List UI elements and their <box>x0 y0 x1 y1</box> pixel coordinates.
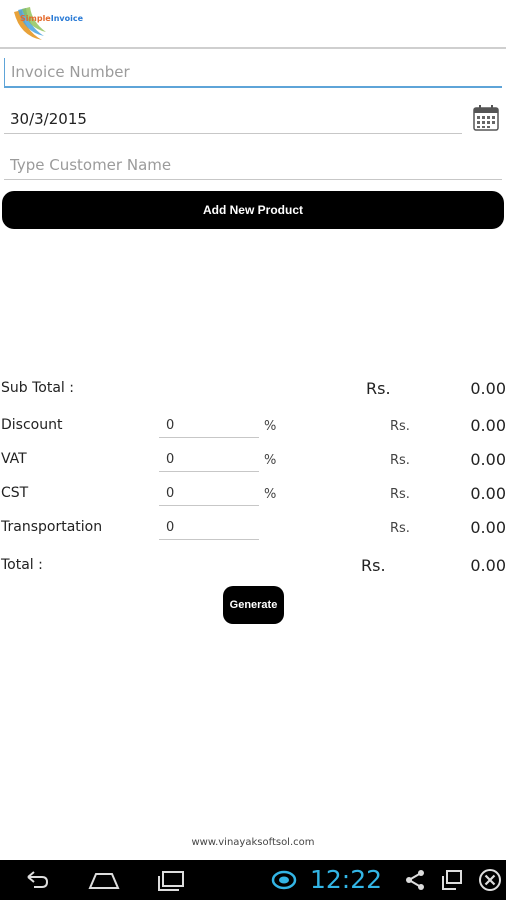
discount-row: Discount % Rs. 0.00 <box>0 413 506 439</box>
home-icon[interactable] <box>88 868 120 892</box>
cst-amount: 0.00 <box>470 484 506 503</box>
transportation-field[interactable] <box>159 515 259 540</box>
system-navigation-bar: 12:22 <box>0 860 506 900</box>
cst-field[interactable] <box>159 481 259 506</box>
logo-word-invoice: Invoice <box>50 14 84 23</box>
discount-input[interactable] <box>159 413 259 437</box>
back-icon[interactable] <box>22 868 50 892</box>
logo-text: SimpleInvoice <box>20 14 83 23</box>
recent-apps-icon[interactable] <box>155 868 187 892</box>
subtotal-row: Sub Total : Rs. 0.00 <box>0 376 506 402</box>
add-new-product-button[interactable]: Add New Product <box>2 191 504 229</box>
share-icon[interactable] <box>404 868 426 892</box>
total-currency: Rs. <box>361 556 386 575</box>
customer-name-input[interactable] <box>4 150 506 179</box>
invoice-number-field[interactable] <box>4 58 506 88</box>
transportation-input[interactable] <box>159 515 259 539</box>
cst-label: CST <box>1 485 29 501</box>
customer-name-field[interactable] <box>4 150 506 180</box>
transportation-currency: Rs. <box>390 521 410 536</box>
transportation-label: Transportation <box>1 519 103 535</box>
generate-button[interactable]: Generate <box>223 586 284 624</box>
cst-row: CST % Rs. 0.00 <box>0 481 506 507</box>
window-icon[interactable] <box>440 868 464 892</box>
total-row: Total : Rs. 0.00 <box>0 553 506 579</box>
vat-field[interactable] <box>159 447 259 472</box>
vat-currency: Rs. <box>390 453 410 468</box>
discount-percent-unit: % <box>264 419 277 434</box>
transportation-amount: 0.00 <box>470 518 506 537</box>
calendar-icon[interactable] <box>472 104 500 132</box>
close-icon[interactable] <box>477 868 503 892</box>
cst-percent-unit: % <box>264 487 277 502</box>
date-input[interactable] <box>4 104 474 133</box>
logo-word-simple: Simple <box>20 14 51 23</box>
subtotal-label: Sub Total : <box>1 380 74 396</box>
cst-input[interactable] <box>159 481 259 505</box>
vat-input[interactable] <box>159 447 259 471</box>
date-field[interactable] <box>4 104 474 134</box>
subtotal-amount: 0.00 <box>470 379 506 398</box>
discount-amount: 0.00 <box>470 416 506 435</box>
vat-percent-unit: % <box>264 453 277 468</box>
status-clock: 12:22 <box>310 865 383 894</box>
discount-label: Discount <box>1 417 63 433</box>
vat-label: VAT <box>1 451 27 467</box>
invoice-number-input[interactable] <box>4 58 506 86</box>
total-label: Total : <box>1 557 43 573</box>
cst-currency: Rs. <box>390 487 410 502</box>
discount-field[interactable] <box>159 413 259 438</box>
discount-currency: Rs. <box>390 419 410 434</box>
transportation-row: Transportation Rs. 0.00 <box>0 515 506 541</box>
app-logo <box>14 7 46 40</box>
vat-row: VAT % Rs. 0.00 <box>0 447 506 473</box>
website-link[interactable]: www.vinayaksoftsol.com <box>0 837 506 848</box>
sync-status-icon <box>271 870 297 890</box>
subtotal-currency: Rs. <box>366 379 391 398</box>
vat-amount: 0.00 <box>470 450 506 469</box>
app-header: SimpleInvoice <box>0 0 506 49</box>
total-amount: 0.00 <box>470 556 506 575</box>
